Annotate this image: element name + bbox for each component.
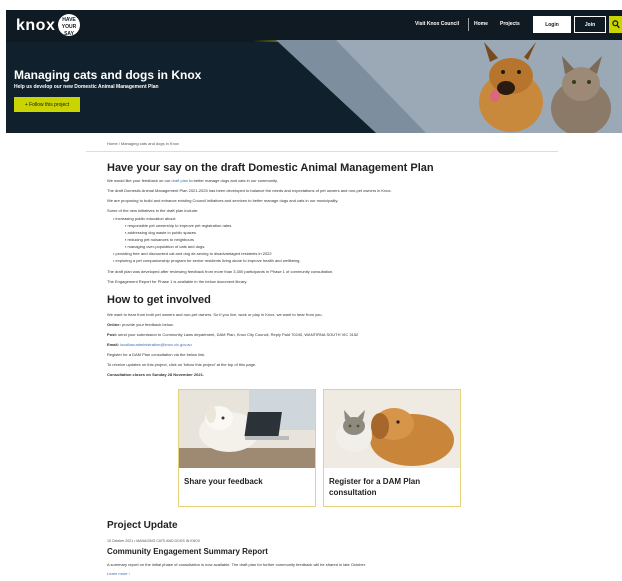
section-divider — [86, 151, 558, 152]
consultation-close-date: Consultation closes on Sunday 28 Novembe… — [107, 372, 204, 377]
cat-and-dog-image — [324, 390, 460, 468]
intro-paragraph: We would like your feedback on our draft… — [107, 178, 278, 183]
learn-more-link[interactable]: Learn more › — [107, 571, 130, 576]
join-button[interactable]: Join — [574, 16, 606, 33]
project-update-heading: Project Update — [107, 520, 178, 531]
top-nav-bar: knox HAVE YOUR SAY Visit Knox Council Ho… — [6, 10, 622, 40]
dog-laptop-image — [179, 390, 315, 468]
engagement-report-paragraph: The Engagement Report for Phase 1 is ava… — [107, 279, 248, 284]
breadcrumb[interactable]: Home / Managing cats and dogs in Knox — [107, 141, 179, 146]
follow-project-button[interactable]: + Follow this project — [14, 97, 80, 112]
draft-plan-link[interactable]: draft plan — [171, 178, 188, 183]
share-feedback-label: Share your feedback — [184, 477, 263, 486]
login-button[interactable]: Login — [533, 16, 571, 33]
online-instruction: Online: provide your feedback below. — [107, 322, 174, 327]
knox-logo[interactable]: knox — [16, 17, 55, 35]
proposal-paragraph: We are proposing to build and enhance ex… — [107, 198, 339, 203]
search-icon — [612, 20, 620, 29]
nav-home-link[interactable]: Home — [474, 21, 488, 27]
register-consultation-card[interactable]: Register for a DAM Plan consultation — [323, 389, 461, 507]
share-feedback-card[interactable]: Share your feedback — [178, 389, 316, 507]
update-meta: 15 October 2021 • MANAGING CATS AND DOGS… — [107, 539, 201, 543]
initiatives-intro: Some of the new initiatives in the draft… — [107, 208, 199, 213]
update-headline[interactable]: Community Engagement Summary Report — [107, 547, 268, 556]
updates-paragraph: To receive updates on this project, clic… — [107, 362, 257, 367]
nav-projects-link[interactable]: Projects — [500, 21, 520, 27]
main-heading: Have your say on the draft Domestic Anim… — [107, 162, 434, 174]
have-your-say-badge: HAVE YOUR SAY — [58, 14, 80, 37]
list-item: • providing free and discounted cat and … — [113, 251, 272, 256]
get-involved-heading: How to get involved — [107, 294, 211, 306]
card-image-cat-dog — [324, 390, 460, 468]
hero-banner: Managing cats and dogs in Knox Help us d… — [6, 40, 622, 133]
list-item: • exploring a pet companionship program … — [113, 258, 301, 263]
hero-subtitle: Help us develop our new Domestic Animal … — [14, 84, 159, 90]
list-item: ▪ addressing dog waste in public spaces — [125, 230, 197, 235]
register-consultation-label: Register for a DAM Plan consultation — [329, 477, 421, 497]
involved-intro: We want to hear from both pet owners and… — [107, 312, 323, 317]
page-title: Managing cats and dogs in Knox — [14, 68, 202, 82]
search-button[interactable] — [609, 16, 622, 33]
post-instruction: Post: send your submission to Community … — [107, 332, 359, 337]
update-summary: A summary report on the initial phase of… — [107, 562, 366, 567]
plan-description: The draft Domestic Animal Management Pla… — [107, 188, 392, 193]
register-paragraph: Register for a DAM Plan consultation via… — [107, 352, 206, 357]
list-item: ▪ reducing pet nuisances to neighbours — [125, 237, 195, 242]
nav-divider — [468, 18, 469, 31]
email-instruction: Email: localIaw.administration@knox.vic.… — [107, 342, 192, 347]
list-item: ▪ responsible pet ownership to improve p… — [125, 223, 232, 228]
development-paragraph: The draft plan was developed after revie… — [107, 269, 334, 274]
list-item: ▪ managing over-population of cats and d… — [125, 244, 206, 249]
nav-visit-council-link[interactable]: Visit Knox Council — [415, 21, 459, 27]
email-link[interactable]: localIaw.administration@knox.vic.gov.au — [120, 342, 192, 347]
list-item: • increasing public education about: — [113, 216, 177, 221]
card-image-dog-laptop — [179, 390, 315, 468]
